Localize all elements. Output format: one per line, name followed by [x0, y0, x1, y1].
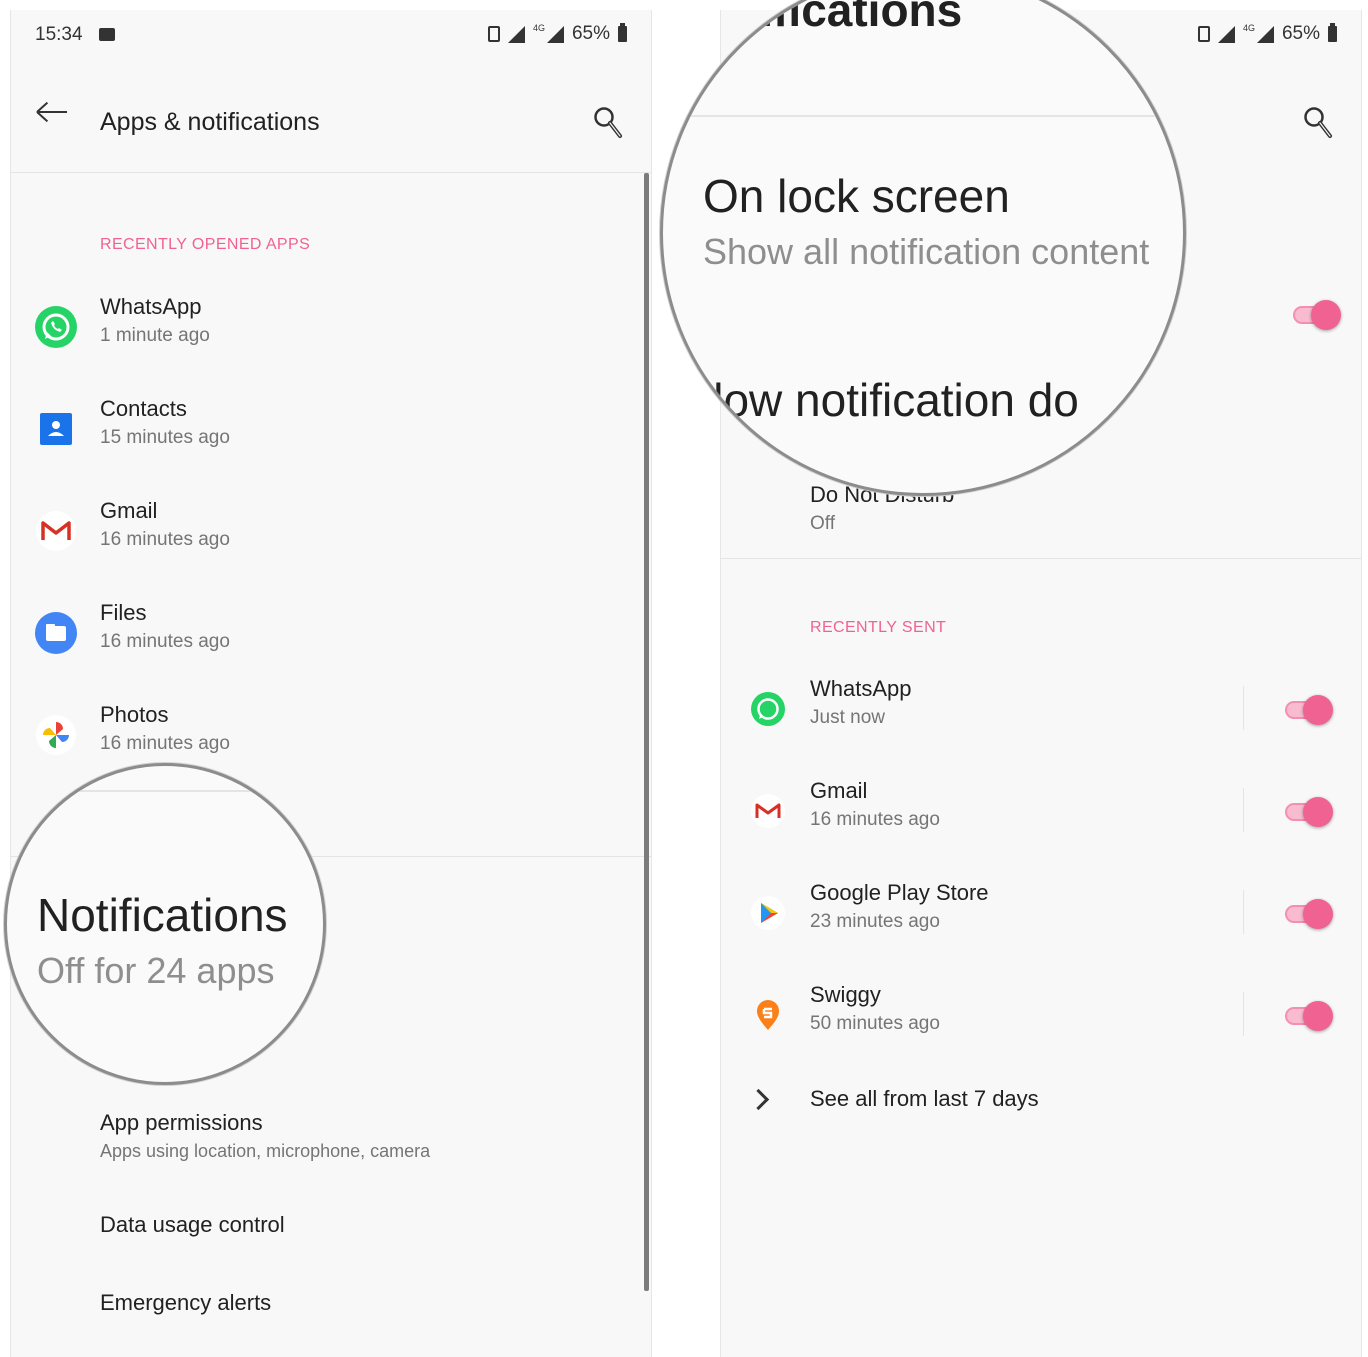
app-time: 23 minutes ago [810, 911, 940, 932]
app-name: WhatsApp [100, 294, 202, 319]
gmail-icon [751, 794, 785, 828]
files-icon [35, 612, 77, 654]
app-permissions-item[interactable]: App permissions Apps using location, mic… [11, 1106, 651, 1202]
search-icon[interactable] [593, 106, 623, 140]
gmail-toggle[interactable] [1285, 796, 1333, 828]
emergency-alerts-item[interactable]: Emergency alerts [11, 1286, 651, 1357]
page-title: Apps & notifications [100, 108, 320, 136]
apps-notifications-screen: 15:34 4G 65% Apps & notifications RECENT… [10, 10, 652, 1357]
app-name: Files [100, 600, 147, 625]
item-sub: Apps using location, microphone, camera [100, 1141, 431, 1161]
separator [1243, 686, 1244, 730]
app-time: 50 minutes ago [810, 1013, 940, 1034]
network-type: 4G [1242, 23, 1255, 33]
signal-icon [507, 25, 525, 43]
back-arrow-icon[interactable] [37, 111, 67, 113]
vibrate-icon [1197, 26, 1210, 42]
status-bar: 15:34 4G 65% [11, 10, 651, 58]
app-time: 16 minutes ago [810, 809, 940, 830]
app-name: Gmail [810, 778, 868, 803]
section-label-recently-opened: RECENTLY OPENED APPS [100, 236, 311, 253]
item-name: Data usage control [100, 1212, 285, 1237]
app-name: Swiggy [810, 982, 881, 1007]
recent-sent-gmail[interactable]: Gmail 16 minutes ago [721, 774, 1361, 870]
swiggy-toggle[interactable] [1285, 1000, 1333, 1032]
app-bar: Apps & notifications [11, 58, 651, 173]
app-name: Gmail [100, 498, 158, 523]
notifications-title: Notifications [37, 889, 288, 941]
whatsapp-toggle[interactable] [1285, 694, 1333, 726]
toggle-thumb [1303, 797, 1333, 827]
contacts-icon [40, 413, 72, 445]
app-time: 16 minutes ago [100, 631, 230, 652]
toggle-thumb [1303, 695, 1333, 725]
whatsapp-icon [751, 692, 785, 726]
separator [1243, 992, 1244, 1036]
lte-signal-icon [546, 25, 564, 43]
battery-icon [1328, 23, 1337, 42]
recent-sent-play-store[interactable]: Google Play Store 23 minutes ago [721, 876, 1361, 972]
lock-screen-title: On lock screen [703, 170, 1010, 222]
whatsapp-icon [35, 306, 77, 348]
zoom-divider [77, 790, 257, 792]
swiggy-icon [757, 1000, 779, 1030]
photos-icon [36, 715, 76, 755]
see-all-link[interactable]: See all from last 7 days [721, 1082, 1361, 1178]
lock-screen-toggle[interactable] [1293, 299, 1341, 331]
item-value: Off [810, 513, 835, 534]
allow-notification-dots-label: llow notification do [703, 374, 1079, 426]
status-time: 15:34 [35, 24, 83, 45]
lte-signal-icon [1256, 25, 1274, 43]
app-name: Photos [100, 702, 169, 727]
app-name: Contacts [100, 396, 187, 421]
app-name: WhatsApp [810, 676, 912, 701]
app-time: Just now [810, 707, 885, 728]
chevron-right-icon [747, 1088, 770, 1111]
vibrate-icon [487, 26, 500, 42]
separator [1243, 890, 1244, 934]
item-name: Emergency alerts [100, 1290, 272, 1315]
recent-sent-swiggy[interactable]: Swiggy 50 minutes ago [721, 978, 1361, 1074]
app-time: 16 minutes ago [100, 733, 230, 754]
toggle-thumb [1303, 899, 1333, 929]
play-store-toggle[interactable] [1285, 898, 1333, 930]
battery-percent: 65% [1281, 23, 1320, 44]
app-time: 15 minutes ago [100, 427, 230, 448]
separator [1243, 788, 1244, 832]
recent-app-contacts[interactable]: Contacts 15 minutes ago [11, 392, 651, 488]
notifications-subtitle: Off for 24 apps [37, 950, 275, 991]
scrollbar[interactable] [644, 173, 649, 1291]
section-divider [721, 558, 1361, 559]
play-store-icon [751, 896, 785, 930]
battery-icon [618, 23, 627, 42]
signal-icon [1217, 25, 1235, 43]
zoom-divider [663, 115, 1183, 117]
section-label-recently-sent: RECENTLY SENT [810, 619, 947, 636]
app-time: 1 minute ago [100, 325, 210, 346]
recent-sent-whatsapp[interactable]: WhatsApp Just now [721, 672, 1361, 768]
network-type: 4G [532, 23, 545, 33]
notifications-zoom-callout[interactable]: Notifications Off for 24 apps [4, 763, 326, 1085]
recent-app-files[interactable]: Files 16 minutes ago [11, 596, 651, 692]
do-not-disturb-item[interactable]: Do Not Disturb Off [721, 478, 1361, 574]
toggle-thumb [1311, 300, 1341, 330]
item-name: App permissions [100, 1110, 263, 1135]
recent-app-gmail[interactable]: Gmail 16 minutes ago [11, 494, 651, 590]
battery-percent: 65% [571, 23, 610, 44]
partial-appbar-title: tifications [745, 0, 963, 36]
app-time: 16 minutes ago [100, 529, 230, 550]
recent-app-whatsapp[interactable]: WhatsApp 1 minute ago [11, 290, 651, 386]
see-all-label: See all from last 7 days [810, 1086, 1039, 1111]
lock-screen-subtitle: Show all notification content [703, 231, 1150, 272]
image-notification-icon [99, 28, 115, 41]
toggle-thumb [1303, 1001, 1333, 1031]
app-name: Google Play Store [810, 880, 989, 905]
gmail-icon [36, 511, 76, 551]
search-icon[interactable] [1303, 106, 1333, 140]
